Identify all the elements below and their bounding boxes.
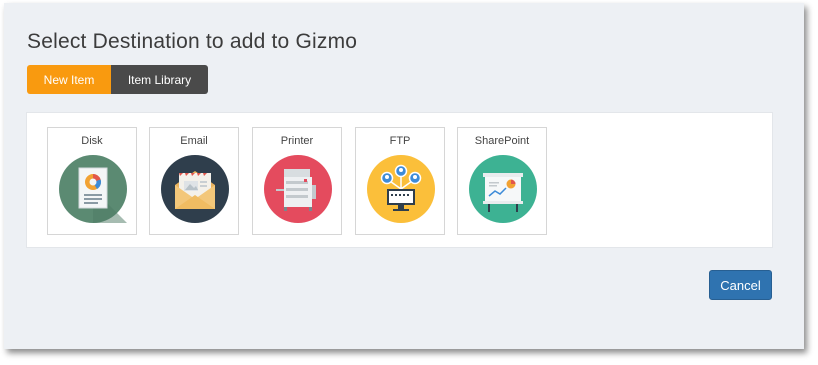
select-destination-dialog: Select Destination to add to Gizmo New I… <box>4 3 804 349</box>
destinations-panel: Disk Email Printer FTP SharePoint <box>26 112 773 248</box>
tab-item-library[interactable]: Item Library <box>111 65 208 94</box>
tab-new-item[interactable]: New Item <box>27 65 111 94</box>
destination-label: SharePoint <box>474 135 530 147</box>
printer-icon <box>264 155 332 223</box>
ftp-network-icon <box>367 155 435 223</box>
tab-bar: New Item Item Library <box>27 65 208 94</box>
destination-tile-email[interactable]: Email <box>149 127 239 235</box>
email-envelope-icon <box>161 155 229 223</box>
destination-label: Printer <box>280 135 314 147</box>
destination-tile-ftp[interactable]: FTP <box>355 127 445 235</box>
destination-label: Disk <box>81 135 103 147</box>
disk-document-icon <box>59 155 127 223</box>
destination-label: FTP <box>389 135 411 147</box>
cancel-button[interactable]: Cancel <box>709 270 772 300</box>
destination-tile-sharepoint[interactable]: SharePoint <box>457 127 547 235</box>
destination-tile-disk[interactable]: Disk <box>47 127 137 235</box>
destination-tile-printer[interactable]: Printer <box>252 127 342 235</box>
dialog-title: Select Destination to add to Gizmo <box>27 30 358 53</box>
sharepoint-presentation-icon <box>469 155 537 223</box>
destination-label: Email <box>180 135 208 147</box>
